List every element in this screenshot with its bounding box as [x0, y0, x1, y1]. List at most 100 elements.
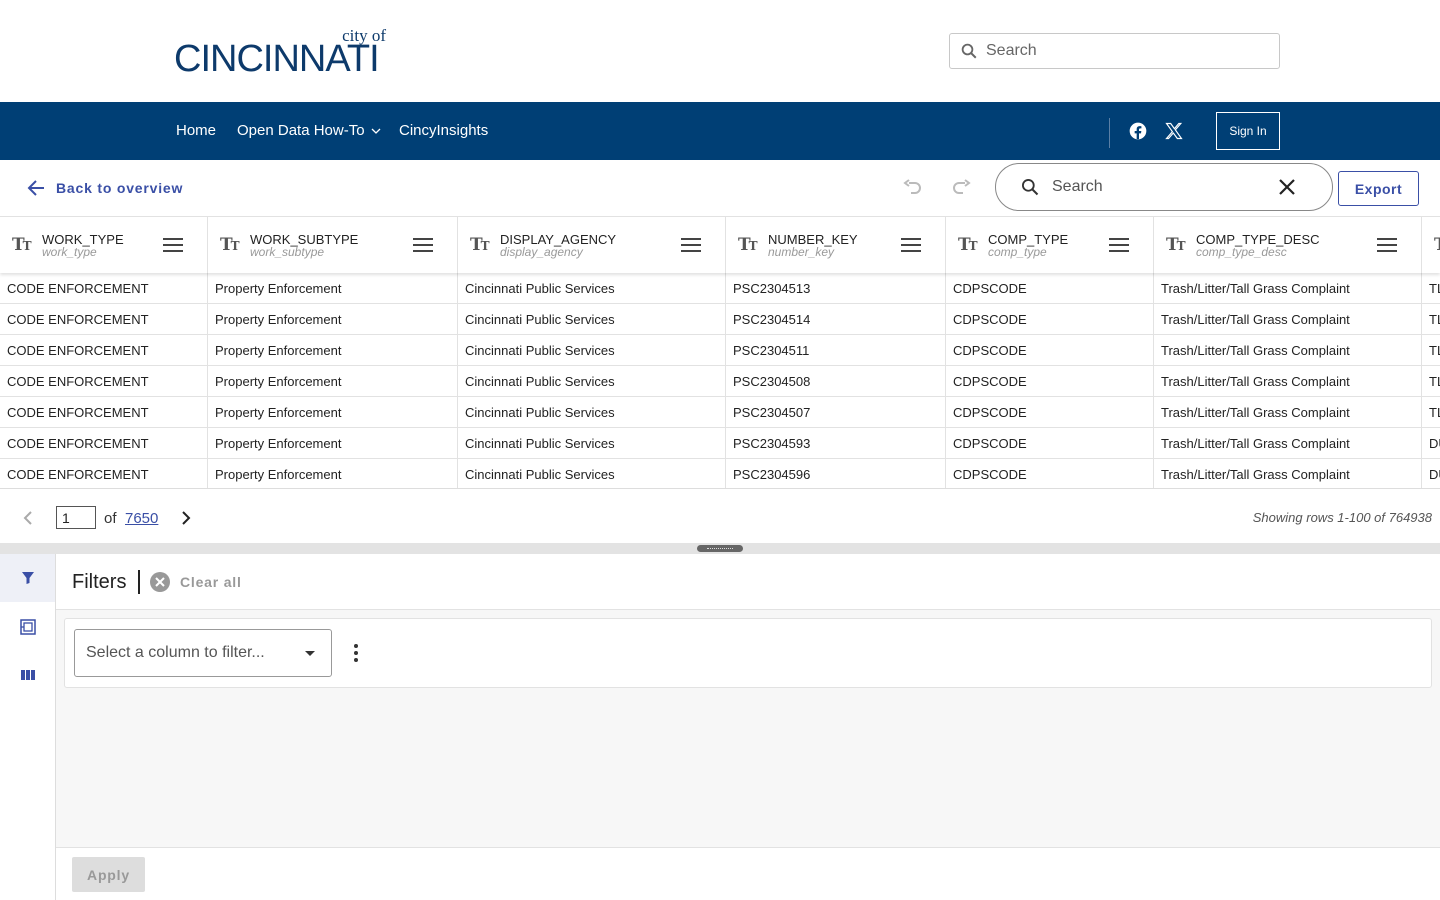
grid-header: TT WORK_TYPE work_type TT WORK_SUBTYPE work_s… [0, 216, 1440, 273]
chevron-down-icon [371, 128, 381, 134]
column-menu-icon[interactable] [681, 237, 701, 253]
table-cell: PSC2304514 [726, 304, 946, 335]
column-field: display_agency [500, 245, 583, 259]
table-cell: CODE ENFORCEMENT [0, 366, 208, 397]
sign-in-button[interactable]: Sign In [1216, 112, 1280, 150]
nav-item-cincyinsights[interactable]: CincyInsights [399, 122, 488, 139]
table-cell: Cincinnati Public Services [458, 273, 726, 304]
more-options-icon[interactable] [353, 643, 359, 663]
table-cell: CODE ENFORCEMENT [0, 459, 208, 488]
table-cell: Property Enforcement [208, 459, 458, 488]
back-link-label: Back to overview [56, 180, 184, 196]
filter-icon [21, 572, 34, 584]
column-menu-icon[interactable] [163, 237, 183, 253]
total-pages-link[interactable]: 7650 [125, 510, 158, 527]
column-header[interactable]: TT WORK_SUBTYPE work_subtype [208, 217, 458, 273]
column-field: number_key [768, 245, 835, 259]
export-button[interactable]: Export [1338, 171, 1419, 206]
grid-search-input[interactable] [1052, 178, 1272, 196]
column-header[interactable]: TT COMP_TYPE_DESC comp_type_desc [1154, 217, 1422, 273]
table-cell: DU [1422, 459, 1440, 488]
select-placeholder: Select a column to filter... [86, 644, 265, 661]
table-cell: TL [1422, 366, 1440, 397]
group-icon [19, 619, 36, 635]
page-number-input[interactable] [56, 506, 96, 529]
dropdown-arrow-icon [305, 651, 315, 656]
table-cell: Cincinnati Public Services [458, 459, 726, 488]
table-row[interactable]: CODE ENFORCEMENT Property Enforcement Cinc… [0, 428, 1440, 459]
site-search-input[interactable] [986, 42, 1266, 60]
table-cell: CODE ENFORCEMENT [0, 304, 208, 335]
column-menu-icon[interactable] [1377, 237, 1397, 253]
column-menu-icon[interactable] [1109, 237, 1129, 253]
city-logo[interactable]: city of CINCINNATI [174, 26, 388, 80]
data-grid: TT WORK_TYPE work_type TT WORK_SUBTYPE work_s… [0, 216, 1440, 489]
table-cell: Trash/Litter/Tall Grass Complaint [1154, 459, 1422, 488]
text-type-icon: TT [470, 235, 490, 255]
column-field: work_type [42, 245, 97, 259]
table-cell: CDPSCODE [946, 304, 1154, 335]
site-search-box [949, 33, 1280, 69]
clear-all-label: Clear all [180, 574, 242, 590]
undo-icon[interactable] [901, 177, 925, 201]
text-type-icon: TT [12, 235, 32, 255]
column-field: work_subtype [250, 245, 325, 259]
column-field: comp_type [988, 245, 1047, 259]
table-cell: TL [1422, 397, 1440, 428]
nav-item-label: Open Data How-To [237, 122, 365, 139]
column-menu-icon[interactable] [413, 237, 433, 253]
table-cell: Trash/Litter/Tall Grass Complaint [1154, 397, 1422, 428]
table-cell: CDPSCODE [946, 366, 1154, 397]
table-row[interactable]: CODE ENFORCEMENT Property Enforcement Cinc… [0, 273, 1440, 304]
table-cell: PSC2304513 [726, 273, 946, 304]
column-filter-select[interactable]: Select a column to filter... [74, 629, 332, 677]
table-cell: Property Enforcement [208, 335, 458, 366]
filters-header: Filters Clear all [56, 554, 1440, 610]
group-tab[interactable] [0, 603, 55, 651]
table-cell: TL [1422, 304, 1440, 335]
site-header: city of CINCINNATI [0, 0, 1440, 102]
table-row[interactable]: CODE ENFORCEMENT Property Enforcement Cinc… [0, 304, 1440, 335]
column-menu-icon[interactable] [901, 237, 921, 253]
nav-item-home[interactable]: Home [176, 122, 216, 139]
clear-all-button[interactable]: Clear all [150, 572, 242, 592]
table-cell: TL [1422, 273, 1440, 304]
column-header[interactable]: TT [1422, 217, 1440, 273]
table-row[interactable]: CODE ENFORCEMENT Property Enforcement Cinc… [0, 335, 1440, 366]
table-cell: Cincinnati Public Services [458, 397, 726, 428]
panel-splitter[interactable] [0, 543, 1440, 554]
filters-panel: Filters Clear all Select a column to fil… [56, 554, 1440, 900]
close-icon[interactable] [1278, 178, 1296, 196]
column-header[interactable]: TT DISPLAY_AGENCY display_agency [458, 217, 726, 273]
facebook-icon[interactable] [1128, 121, 1148, 141]
apply-button[interactable]: Apply [72, 857, 145, 892]
table-cell: Property Enforcement [208, 366, 458, 397]
table-row[interactable]: CODE ENFORCEMENT Property Enforcement Cinc… [0, 366, 1440, 397]
x-icon[interactable] [1164, 121, 1184, 141]
search-icon [961, 43, 977, 59]
table-row[interactable]: CODE ENFORCEMENT Property Enforcement Cinc… [0, 397, 1440, 428]
column-header[interactable]: TT COMP_TYPE comp_type [946, 217, 1154, 273]
title-divider [138, 570, 140, 594]
table-cell: Cincinnati Public Services [458, 335, 726, 366]
table-cell: CODE ENFORCEMENT [0, 335, 208, 366]
table-cell: CDPSCODE [946, 428, 1154, 459]
nav-item-open-data-how-to[interactable]: Open Data How-To [237, 122, 381, 139]
filters-footer: Apply [56, 847, 1440, 900]
chevron-right-icon[interactable] [176, 508, 196, 528]
back-to-overview-link[interactable]: Back to overview [26, 178, 183, 198]
clear-circle-icon [150, 572, 170, 592]
drag-handle-icon[interactable] [697, 545, 743, 552]
table-cell: Property Enforcement [208, 428, 458, 459]
column-header[interactable]: TT WORK_TYPE work_type [0, 217, 208, 273]
filters-tab[interactable] [0, 554, 55, 602]
text-type-icon: TT [1166, 235, 1186, 255]
text-type-icon: TT [958, 235, 978, 255]
chevron-left-icon[interactable] [18, 508, 38, 528]
table-cell: Property Enforcement [208, 397, 458, 428]
redo-icon[interactable] [949, 177, 973, 201]
column-header[interactable]: TT NUMBER_KEY number_key [726, 217, 946, 273]
page-of-label: of [104, 510, 117, 527]
columns-tab[interactable] [0, 651, 55, 699]
table-row[interactable]: CODE ENFORCEMENT Property Enforcement Cinc… [0, 459, 1440, 488]
